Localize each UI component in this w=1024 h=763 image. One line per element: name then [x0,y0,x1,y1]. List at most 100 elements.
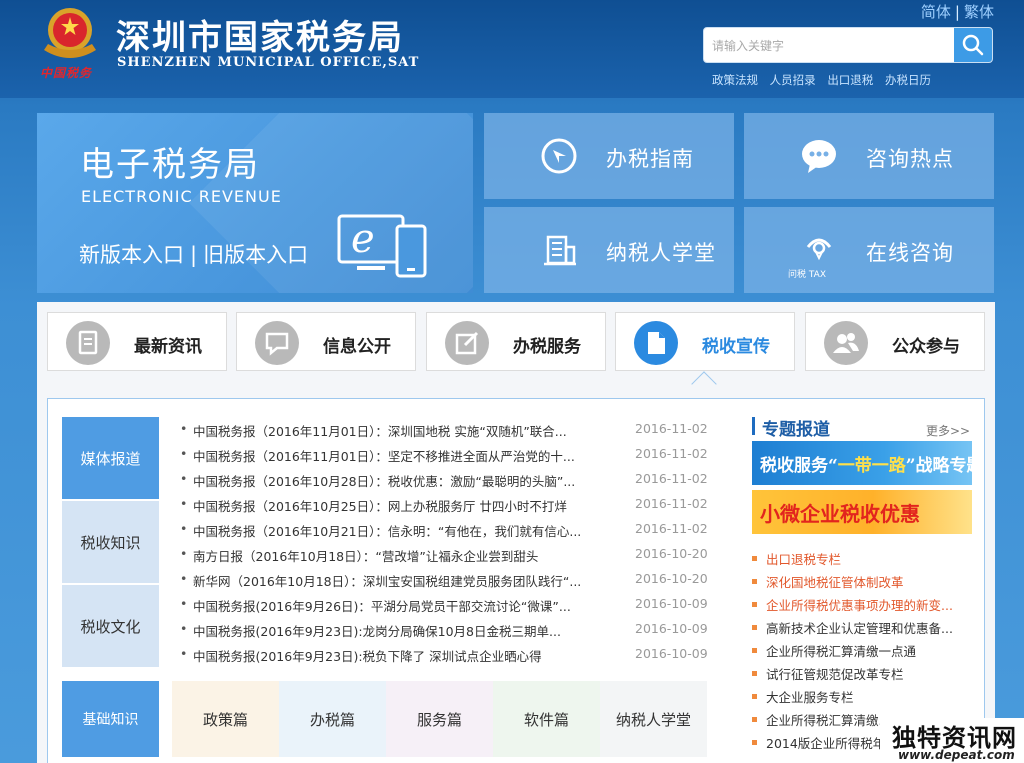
side-tab-tax-knowledge[interactable]: 税收知识 [62,501,159,583]
category-software[interactable]: 软件篇 [493,681,600,757]
file-icon [648,332,665,354]
tile-label: 在线咨询 [866,241,954,265]
building-icon [544,235,576,266]
tab-latest-news[interactable]: 最新资讯 [47,312,227,371]
topic-text: 大企业服务专栏 [766,690,854,705]
site-header: 中国税务 深圳市国家税务局 SHENZHEN MUNICIPAL OFFICE,… [0,0,1024,98]
computer-tablet-icon: e [337,214,427,278]
news-date: 2016-11-02 [635,446,708,461]
watermark-url: www.depeat.com [898,748,1015,762]
topic-item[interactable]: 高新技术企业认定管理和优惠备... [752,618,982,640]
emblem-caption: 中国税务 [40,66,93,80]
tile-online-consult[interactable]: 问税 TAX 在线咨询 [744,207,994,293]
side-tab-media[interactable]: 媒体报道 [62,417,159,499]
site-subtitle: SHENZHEN MUNICIPAL OFFICE,SAT [117,55,420,70]
etax-old-entry-link[interactable]: 旧版本入口 [203,243,308,267]
category-taxpayer-school[interactable]: 纳税人学堂 [600,681,707,757]
bullet [752,717,757,722]
quicklink-recruitment[interactable]: 人员招录 [770,73,816,87]
tab-icon-bg [255,321,299,365]
tile-label: 咨询热点 [866,147,954,171]
topic-item[interactable]: 企业所得税优惠事项办理的新变... [752,595,982,617]
news-date: 2016-10-09 [635,646,708,661]
lang-simplified-link[interactable]: 简体 [921,3,951,21]
quicklink-tax-calendar[interactable]: 办税日历 [885,73,931,87]
topic-item[interactable]: 试行征管规范促改革专栏 [752,664,982,686]
news-item[interactable]: • 中国税务报（2016年11月01日）：坚定不移推进全面从严治党的十... 201… [178,446,718,470]
news-title: 中国税务报（2016年10月25日）：网上办税服务厅 廿四小时不打烊 [193,499,567,514]
main-panel: 最新资讯 信息公开 办税服务 税收宣传 公众参与 媒体报道 税收知识 税收文化 … [37,302,995,763]
tab-label: 信息公开 [323,337,391,357]
lang-separator: | [954,3,960,21]
tab-icon-bg [824,321,868,365]
belt-road-banner[interactable]: 税收服务“一带一路”战略专题 [752,441,972,485]
tab-info-disclosure[interactable]: 信息公开 [236,312,416,371]
tile-faq-hotspots[interactable]: 咨询热点 [744,113,994,199]
news-item[interactable]: • 中国税务报(2016年9月23日):税负下降了 深圳试点企业晒心得 2016-1… [178,646,718,670]
search-button[interactable] [954,28,992,62]
side-tab-tax-culture[interactable]: 税收文化 [62,585,159,667]
bullet: • [180,496,188,511]
news-item[interactable]: • 南方日报（2016年10月18日）：“营改增”让福永企业尝到甜头 2016-10… [178,546,718,570]
topic-text: 企业所得税汇算清缴一点通 [766,644,917,659]
tab-tax-service[interactable]: 办税服务 [426,312,606,371]
topic-text: 出口退税专栏 [766,552,842,567]
bullet [752,740,757,745]
category-service[interactable]: 服务篇 [386,681,493,757]
search-input[interactable] [712,36,952,56]
content-area: 媒体报道 税收知识 税收文化 • 中国税务报（2016年11月01日）：深圳国地税… [47,398,985,763]
topic-text: 企业所得税汇算清缴... [766,713,891,728]
lang-traditional-link[interactable]: 繁体 [964,3,994,21]
topic-item[interactable]: 出口退税专栏 [752,549,982,571]
news-item[interactable]: • 中国税务报（2016年10月28日）：税收优惠：激励“最聪明的头脑”... 20… [178,471,718,495]
banner-text: 小微企业税收优惠 [760,502,920,526]
bullet: • [180,471,188,486]
watermark: 独特资讯网 www.depeat.com [880,718,1024,763]
news-item[interactable]: • 中国税务报(2016年9月26日)：平湖分局党员干部交流讨论“微课”... 20… [178,596,718,620]
tab-label: 办税服务 [513,337,581,357]
main-tabs: 最新资讯 信息公开 办税服务 税收宣传 公众参与 [47,312,985,372]
quicklink-export-refund[interactable]: 出口退税 [827,73,873,87]
etax-subtitle: ELECTRONIC REVENUE [81,187,282,206]
tab-public-participation[interactable]: 公众参与 [805,312,985,371]
news-item[interactable]: • 中国税务报（2016年10月21日）：信永明：“有他在，我们就有信心... 20… [178,521,718,545]
site-title: 深圳市国家税务局 [116,18,404,58]
category-tax-handling[interactable]: 办税篇 [279,681,386,757]
news-title: 中国税务报（2016年11月01日）：深圳国地税 实施“双随机”联合... [193,424,567,439]
etax-title: 电子税务局 [80,145,260,185]
banner-text-c: ”战略专题 [905,456,972,476]
news-date: 2016-11-02 [635,496,708,511]
chat-bubble-icon [802,140,836,173]
tile-taxpayer-school[interactable]: 纳税人学堂 [484,207,734,293]
news-item[interactable]: • 新华网（2016年10月18日）：深圳宝安国税组建党员服务团队践行“... 20… [178,571,718,595]
search-box [703,27,993,63]
etax-separator: | [190,243,198,267]
bullet: • [180,446,188,461]
news-date: 2016-10-09 [635,621,708,636]
news-item[interactable]: • 中国税务报（2016年10月25日）：网上办税服务厅 廿四小时不打烊 2016-… [178,496,718,520]
special-report-title: 专题报道 [762,420,830,440]
message-icon [265,332,289,356]
people-icon [833,333,859,353]
basic-knowledge-label: 基础知识 [62,681,159,757]
category-policy[interactable]: 政策篇 [172,681,279,757]
tab-icon-bg [634,321,678,365]
news-item[interactable]: • 中国税务报（2016年11月01日）：深圳国地税 实施“双随机”联合... 20… [178,421,718,445]
quicklink-policy[interactable]: 政策法规 [712,73,758,87]
more-link[interactable]: 更多>> [926,422,970,439]
bullet: • [180,646,188,661]
etax-new-entry-link[interactable]: 新版本入口 [79,243,184,267]
topic-item[interactable]: 大企业服务专栏 [752,687,982,709]
news-item[interactable]: • 中国税务报(2016年9月23日):龙岗分局确保10月8日金税三期单... 20… [178,621,718,645]
tile-tax-guide[interactable]: 办税指南 [484,113,734,199]
banner-text: 税收服务“一带一路”战略专题 [760,451,972,476]
tab-tax-publicity[interactable]: 税收宣传 [615,312,795,371]
topic-text: 深化国地税征管体制改革 [766,575,904,590]
small-business-banner[interactable]: 小微企业税收优惠 [752,490,972,534]
topic-item[interactable]: 企业所得税汇算清缴一点通 [752,641,982,663]
news-title: 中国税务报（2016年10月28日）：税收优惠：激励“最聪明的头脑”... [193,474,576,489]
bullet: • [180,596,188,611]
news-date: 2016-10-20 [635,546,708,561]
news-date: 2016-10-20 [635,571,708,586]
topic-item[interactable]: 深化国地税征管体制改革 [752,572,982,594]
